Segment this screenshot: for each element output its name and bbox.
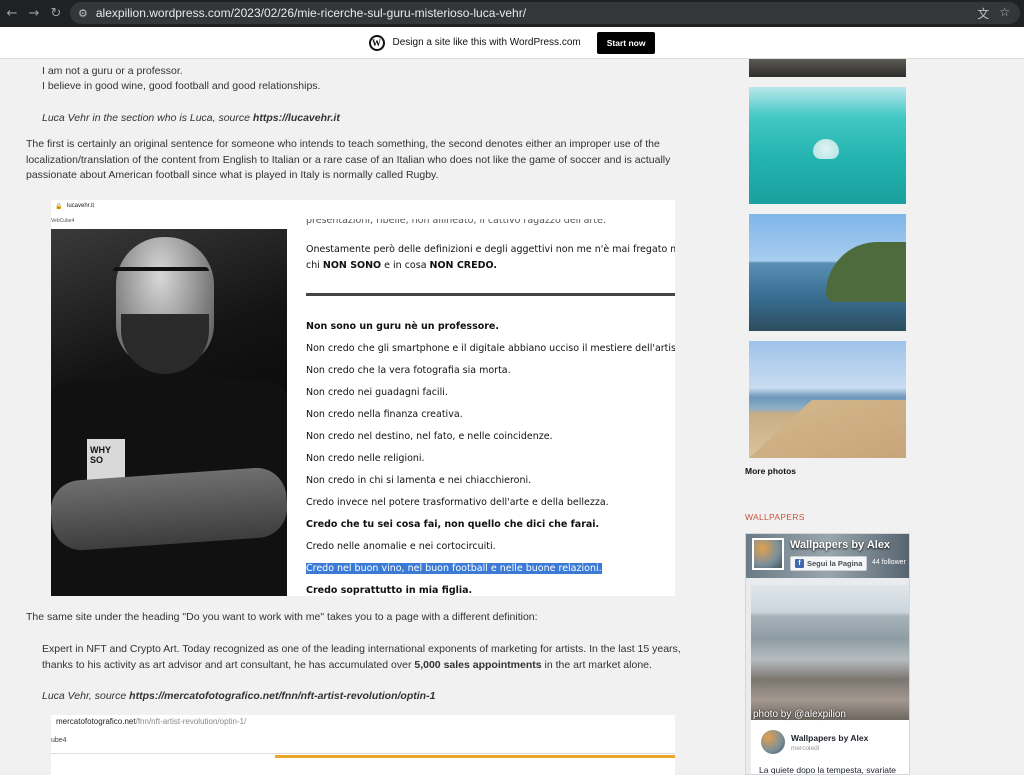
- paragraph-1: The first is certainly an original sente…: [26, 138, 671, 181]
- belief-item: Non credo che la vera fotografia sia mor…: [306, 365, 511, 376]
- line-b1: chi: [306, 260, 323, 271]
- lucavehr-screenshot: 🔒 lucavehr.it VebCube4 WHY SO presentazi…: [51, 200, 675, 596]
- photo-thumb-beach[interactable]: [749, 341, 906, 458]
- quote-source-text: Luca Vehr in the section who is Luca, so…: [42, 112, 253, 124]
- quote-2-source-link[interactable]: https://mercatofotografico.net/fnn/nft-a…: [129, 690, 435, 702]
- belief-item: Non credo che gli smartphone e il digita…: [306, 343, 675, 354]
- screenshot-2-tab: ube4: [51, 737, 67, 744]
- more-photos-link[interactable]: More photos: [745, 466, 796, 476]
- site-info-icon[interactable]: ⚙: [78, 7, 88, 20]
- quote-line-2: I believe in good wine, good football an…: [42, 80, 321, 92]
- line-b4: NON CREDO.: [429, 260, 497, 271]
- quote-source-link[interactable]: https://lucavehr.it: [253, 112, 340, 124]
- belief-item: Credo soprattutto in mia figlia.: [306, 585, 473, 596]
- wordpress-banner: W Design a site like this with WordPress…: [0, 27, 1024, 59]
- quote-2-bold: 5,000 sales appointments: [414, 658, 542, 671]
- address-url[interactable]: alexpilion.wordpress.com/2023/02/26/mie-…: [96, 6, 526, 20]
- honest-line-2: chi NON SONO e in cosa NON CREDO.: [306, 260, 497, 271]
- lock-icon: 🔒: [55, 203, 63, 210]
- translate-icon[interactable]: 文: [977, 5, 989, 22]
- belief-item: Non credo in chi si lamenta e nei chiacc…: [306, 475, 532, 486]
- screenshot-2-path: /fnn/nft-artist-revolution/optin-1/: [135, 717, 247, 726]
- photo-thumb-coast[interactable]: [749, 214, 906, 331]
- screenshot-2-url: mercatofotografico.net/fnn/nft-artist-re…: [56, 717, 246, 726]
- quote-2-source-text: Luca Vehr, source: [42, 690, 130, 702]
- portrait-photo: WHY SO: [51, 229, 287, 596]
- screenshot-tab: VebCube4: [51, 218, 75, 224]
- sidebar: More photos WALLPAPERS Wallpapers by Ale…: [744, 59, 914, 775]
- quote-2: Expert in NFT and Crypto Art. Today reco…: [42, 642, 682, 673]
- photo-thumb-jellyfish[interactable]: [749, 87, 906, 204]
- belief-item: Credo nelle anomalie e nei cortocircuiti…: [306, 541, 496, 552]
- quote-2-text-b: in the art market alone.: [541, 658, 652, 671]
- fb-post-author[interactable]: Wallpapers by Alex: [791, 733, 868, 743]
- paragraph-2: The same site under the heading "Do you …: [26, 611, 538, 623]
- fb-post-caption: photo by @alexpilion: [753, 709, 846, 720]
- photo-glasses: [113, 267, 209, 283]
- screenshot-domain: lucavehr.it: [67, 203, 95, 209]
- fb-post-image[interactable]: [751, 585, 909, 720]
- honest-line: Onestamente però delle definizioni e deg…: [306, 244, 675, 255]
- bookmark-star-icon[interactable]: ☆: [999, 5, 1010, 22]
- fb-cover[interactable]: Wallpapers by Alex f Segui la Pagina 44 f…: [746, 534, 909, 578]
- screenshot-2-orange-bar: [275, 755, 675, 758]
- jellyfish-shape: [813, 139, 839, 159]
- screenshot-2-separator: [51, 753, 675, 754]
- belief-item: Credo nel buon vino, nel buon football e…: [306, 563, 602, 574]
- belief-item: Credo che tu sei cosa fai, non quello ch…: [306, 519, 600, 530]
- quote-line-1: I am not a guru or a professor.: [42, 65, 183, 77]
- belief-item: Non credo nei guadagni facili.: [306, 387, 448, 398]
- fb-post-avatar[interactable]: [761, 730, 785, 754]
- belief-item: Non credo nel destino, nel fato, e nelle…: [306, 431, 553, 442]
- address-bar[interactable]: ⚙ alexpilion.wordpress.com/2023/02/26/mi…: [70, 2, 1020, 24]
- fb-post-date[interactable]: mercoledì: [791, 745, 820, 752]
- forward-icon[interactable]: →: [22, 1, 46, 25]
- article-content: I am not a guru or a professor. I believ…: [0, 59, 700, 775]
- line-b3: e in cosa: [381, 260, 430, 271]
- wordpress-logo-icon[interactable]: W: [368, 34, 385, 51]
- quote-2-source: Luca Vehr, source https://mercatofotogra…: [42, 689, 435, 705]
- divider: [306, 293, 675, 296]
- wordpress-banner-text[interactable]: Design a site like this with WordPress.c…: [393, 37, 581, 48]
- cut-off-line: presentazioni, ribelle, non allineato, i…: [306, 219, 606, 226]
- fb-post: photo by @alexpilion Wallpapers by Alex …: [751, 585, 909, 775]
- wallpapers-heading: WALLPAPERS: [745, 512, 805, 522]
- browser-toolbar: ← → ↻ ⚙ alexpilion.wordpress.com/2023/02…: [0, 0, 1024, 27]
- screenshot-2-domain: mercatofotografico.net: [56, 717, 136, 726]
- reload-icon[interactable]: ↻: [44, 1, 68, 25]
- back-icon[interactable]: ←: [0, 1, 24, 25]
- belief-item: Credo invece nel potere trasformativo de…: [306, 497, 609, 508]
- fb-follower-count: 44 follower: [872, 559, 906, 566]
- fb-post-text: La quiete dopo la tempesta, svariate: [759, 765, 897, 775]
- beach-shape: [749, 400, 906, 458]
- facebook-icon: f: [795, 559, 804, 568]
- line-b2: NON SONO: [322, 260, 382, 271]
- mercatofotografico-screenshot: mercatofotografico.net/fnn/nft-artist-re…: [51, 715, 675, 775]
- photo-thumb-1[interactable]: [749, 59, 906, 77]
- belief-item: Non credo nelle religioni.: [306, 453, 425, 464]
- hill-shape: [826, 242, 906, 302]
- quote-source: Luca Vehr in the section who is Luca, so…: [42, 111, 340, 127]
- start-now-button[interactable]: Start now: [596, 31, 656, 54]
- belief-item: Non credo nella finanza creativa.: [306, 409, 463, 420]
- facebook-page-widget: Wallpapers by Alex f Segui la Pagina 44 f…: [745, 533, 910, 775]
- belief-item: Non sono un guru nè un professore.: [306, 321, 499, 332]
- fb-follow-label: Segui la Pagina: [807, 559, 863, 568]
- fb-follow-button[interactable]: f Segui la Pagina: [790, 556, 868, 571]
- fb-page-avatar[interactable]: [752, 538, 784, 570]
- photo-beard: [121, 314, 209, 374]
- fb-page-name[interactable]: Wallpapers by Alex: [790, 539, 890, 551]
